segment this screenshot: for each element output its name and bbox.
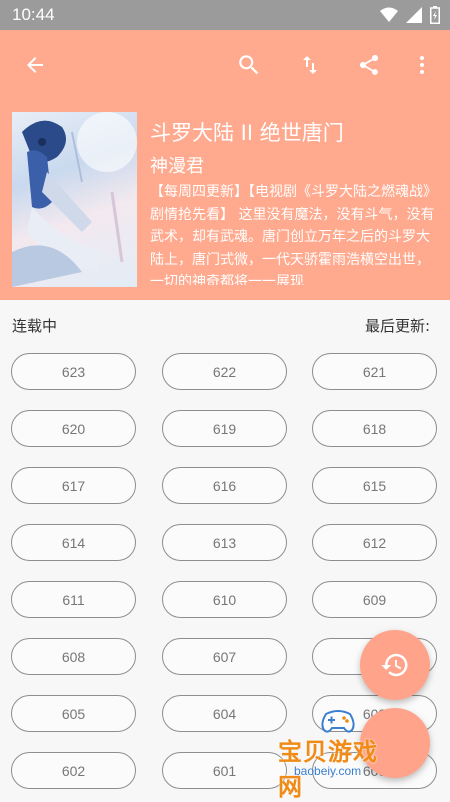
search-button[interactable] — [232, 48, 266, 82]
chapter-button[interactable]: 611 — [11, 581, 136, 618]
serialization-status: 连载中 — [12, 317, 58, 335]
status-icons — [380, 6, 440, 24]
chapter-button[interactable]: 623 — [11, 353, 136, 390]
status-bar: 10:44 — [0, 0, 450, 30]
chapter-button[interactable]: 619 — [162, 410, 287, 447]
chapter-button[interactable]: 604 — [162, 695, 287, 732]
battery-icon — [430, 6, 440, 24]
watermark-logo: 宝贝游戏网 baobeiy.com — [276, 706, 396, 801]
history-icon — [381, 653, 408, 677]
history-fab[interactable] — [360, 630, 430, 700]
sort-icon — [303, 56, 317, 74]
more-vert-icon — [420, 56, 424, 74]
last-update-label: 最后更新: — [364, 317, 430, 335]
chapter-button[interactable]: 622 — [162, 353, 287, 390]
chapter-button[interactable]: 612 — [312, 524, 437, 561]
book-cover-image[interactable] — [12, 112, 137, 287]
chapter-button[interactable]: 620 — [11, 410, 136, 447]
app-bar — [0, 30, 450, 100]
chapter-button[interactable]: 608 — [11, 638, 136, 675]
chapter-button[interactable]: 615 — [312, 467, 437, 504]
book-header: 斗罗大陆 II 绝世唐门 神漫君 【每周四更新】【电视剧《斗罗大陆之燃魂战》剧情… — [0, 30, 450, 300]
share-button[interactable] — [352, 48, 386, 82]
signal-icon — [406, 7, 422, 23]
back-button[interactable] — [18, 48, 52, 82]
chapter-button[interactable]: 621 — [312, 353, 437, 390]
info-row: 连载中 最后更新: — [0, 300, 450, 348]
chapter-button[interactable]: 602 — [11, 752, 136, 789]
wifi-icon — [380, 7, 398, 22]
chapter-button[interactable]: 613 — [162, 524, 287, 561]
arrow-back-icon — [27, 57, 43, 73]
gamepad-icon — [321, 710, 355, 733]
book-title: 斗罗大陆 II 绝世唐门 — [150, 121, 344, 145]
more-button[interactable] — [405, 48, 439, 82]
chapter-button[interactable]: 610 — [162, 581, 287, 618]
search-icon — [239, 55, 259, 75]
book-author: 神漫君 — [150, 156, 204, 177]
share-icon — [360, 55, 378, 75]
book-description: 【每周四更新】【电视剧《斗罗大陆之燃魂战》剧情抢先看】 这里没有魔法，没有斗气，… — [150, 184, 437, 285]
sort-button[interactable] — [293, 48, 327, 82]
status-time: 10:44 — [12, 5, 55, 24]
chapter-button[interactable]: 618 — [312, 410, 437, 447]
chapter-button[interactable]: 607 — [162, 638, 287, 675]
chapter-button[interactable]: 605 — [11, 695, 136, 732]
chapter-button[interactable]: 616 — [162, 467, 287, 504]
chapter-button[interactable]: 601 — [162, 752, 287, 789]
chapter-button[interactable]: 609 — [312, 581, 437, 618]
chapter-button[interactable]: 617 — [11, 467, 136, 504]
chapter-button[interactable]: 614 — [11, 524, 136, 561]
watermark-url: baobeiy.com — [294, 764, 362, 778]
